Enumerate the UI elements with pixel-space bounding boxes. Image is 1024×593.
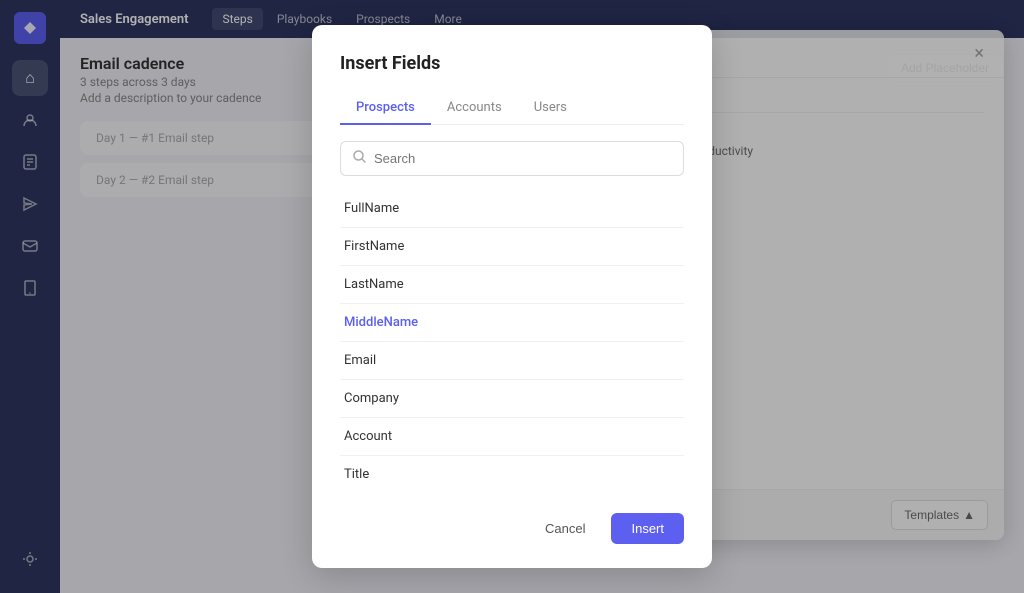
search-input[interactable] xyxy=(374,151,671,166)
insert-button[interactable]: Insert xyxy=(611,513,684,544)
modal-footer: Cancel Insert xyxy=(340,513,684,544)
field-item-middlename[interactable]: MiddleName xyxy=(340,304,684,342)
insert-fields-modal: Insert Fields Prospects Accounts Users F… xyxy=(312,25,712,568)
modal-title: Insert Fields xyxy=(340,53,684,74)
field-list: FullName FirstName LastName MiddleName E… xyxy=(340,190,684,493)
field-item-lastname[interactable]: LastName xyxy=(340,266,684,304)
field-item-account[interactable]: Account xyxy=(340,418,684,456)
field-item-fullname[interactable]: FullName xyxy=(340,190,684,228)
field-item-company[interactable]: Company xyxy=(340,380,684,418)
field-item-firstname[interactable]: FirstName xyxy=(340,228,684,266)
tab-prospects[interactable]: Prospects xyxy=(340,92,431,125)
cancel-button[interactable]: Cancel xyxy=(529,513,601,544)
search-box xyxy=(340,141,684,176)
tab-accounts[interactable]: Accounts xyxy=(431,92,518,125)
search-icon xyxy=(353,150,366,167)
field-item-email[interactable]: Email xyxy=(340,342,684,380)
tab-users[interactable]: Users xyxy=(518,92,583,125)
modal-backdrop: Insert Fields Prospects Accounts Users F… xyxy=(0,0,1024,593)
field-item-title[interactable]: Title xyxy=(340,456,684,493)
modal-tabs: Prospects Accounts Users xyxy=(340,92,684,125)
